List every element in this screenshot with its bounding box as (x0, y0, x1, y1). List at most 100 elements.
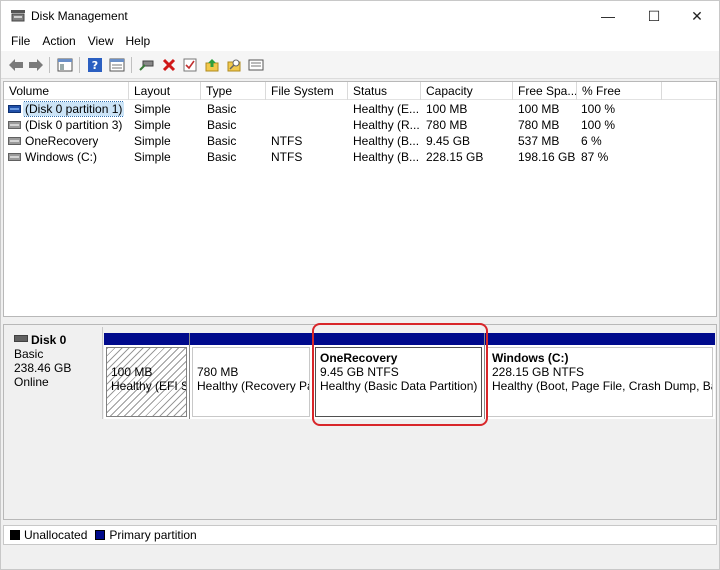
status-cell: Healthy (E... (353, 102, 419, 116)
title-bar: Disk Management — ☐ ✕ (1, 1, 719, 31)
disk-management-icon (11, 10, 25, 22)
column-header-volume[interactable]: Volume (4, 82, 129, 100)
file-system-cell: NTFS (271, 134, 303, 148)
capacity-cell: 9.45 GB (426, 134, 471, 148)
maximize-button[interactable]: ☐ (631, 1, 677, 31)
partition-windows[interactable]: Windows (C:) 228.15 GB NTFS Healthy (Boo… (485, 333, 715, 419)
partition-status: Healthy (Recovery Par (197, 379, 310, 393)
type-cell: Basic (207, 134, 237, 148)
layout-cell: Simple (134, 102, 171, 116)
partition-body: 780 MB Healthy (Recovery Par (192, 347, 310, 417)
back-icon[interactable] (7, 56, 25, 74)
disk-management-window: Disk Management — ☐ ✕ File Action View H… (0, 0, 720, 570)
menu-help[interactable]: Help (120, 34, 157, 48)
table-row[interactable]: Windows (C:) Simple Basic NTFS Healthy (… (4, 149, 716, 165)
close-button[interactable]: ✕ (674, 1, 720, 31)
svg-text:?: ? (92, 59, 98, 72)
volume-name: OneRecovery (25, 134, 99, 148)
disk-size: 238.46 GB (14, 361, 72, 375)
volume-name: (Disk 0 partition 1) (23, 101, 125, 117)
column-header-free-space[interactable]: Free Spa... (513, 82, 577, 100)
legend-swatch-unallocated (10, 530, 20, 540)
legend-label-primary: Primary partition (109, 528, 197, 542)
partition-type-bar (190, 333, 312, 345)
capacity-cell: 100 MB (426, 102, 468, 116)
forward-icon[interactable] (27, 56, 45, 74)
volume-icon (8, 121, 21, 129)
toolbar-separator (79, 57, 80, 73)
minimize-button[interactable]: — (585, 1, 631, 31)
status-cell: Healthy (B... (353, 134, 419, 148)
legend: Unallocated Primary partition (3, 525, 717, 545)
percent-free-cell: 6 % (581, 134, 602, 148)
list-header: Volume Layout Type File System Status Ca… (4, 82, 716, 100)
connect-icon[interactable] (138, 56, 156, 74)
volume-icon (8, 137, 21, 145)
disk-info[interactable]: Disk 0 Basic 238.46 GB Online (6, 327, 103, 419)
layout-cell: Simple (134, 134, 171, 148)
layout-cell: Simple (134, 118, 171, 132)
menu-bar: File Action View Help (1, 31, 719, 51)
partition-type-bar (104, 333, 189, 345)
disk-icon (14, 335, 28, 342)
free-space-cell: 537 MB (518, 134, 560, 148)
column-header-file-system[interactable]: File System (266, 82, 348, 100)
partition-type-bar (485, 333, 715, 345)
highlight-annotation (312, 323, 488, 426)
disk-state: Online (14, 375, 49, 389)
check-icon[interactable] (181, 56, 199, 74)
delete-icon[interactable] (160, 56, 178, 74)
wizard-icon[interactable] (225, 56, 243, 74)
table-row[interactable]: (Disk 0 partition 3) Simple Basic Health… (4, 117, 716, 133)
type-cell: Basic (207, 150, 237, 164)
percent-free-cell: 100 % (581, 118, 616, 132)
status-cell: Healthy (B... (353, 150, 419, 164)
capacity-cell: 780 MB (426, 118, 468, 132)
percent-free-cell: 87 % (581, 150, 609, 164)
window-title: Disk Management (31, 9, 128, 23)
capacity-cell: 228.15 GB (426, 150, 484, 164)
list-view-icon[interactable] (247, 56, 265, 74)
menu-file[interactable]: File (5, 34, 36, 48)
partition-recovery[interactable]: 780 MB Healthy (Recovery Par (190, 333, 313, 419)
column-header-status[interactable]: Status (348, 82, 421, 100)
partition-size: 228.15 GB NTFS (492, 365, 585, 379)
volume-name: (Disk 0 partition 3) (25, 118, 123, 132)
disk-type: Basic (14, 347, 44, 361)
legend-swatch-primary (95, 530, 106, 540)
table-row[interactable]: (Disk 0 partition 1) Simple Basic Health… (4, 101, 716, 117)
table-row[interactable]: OneRecovery Simple Basic NTFS Healthy (B… (4, 133, 716, 149)
disk-name: Disk 0 (31, 333, 67, 347)
column-header-layout[interactable]: Layout (129, 82, 201, 100)
partition-size: 780 MB (197, 365, 239, 379)
legend-label-unallocated: Unallocated (24, 528, 88, 542)
partition-status: Healthy (Boot, Page File, Crash Dump, Ba… (492, 379, 713, 393)
partition-body: 100 MB Healthy (EFI Sy (106, 347, 187, 417)
column-header-percent-free[interactable]: % Free (577, 82, 662, 100)
export-icon[interactable] (203, 56, 221, 74)
status-bar (1, 547, 719, 569)
partition-body: Windows (C:) 228.15 GB NTFS Healthy (Boo… (487, 347, 713, 417)
type-cell: Basic (207, 118, 237, 132)
column-header-type[interactable]: Type (201, 82, 266, 100)
volume-icon (8, 153, 21, 161)
partition-status: Healthy (EFI Sy (111, 379, 187, 393)
percent-free-cell: 100 % (581, 102, 616, 116)
help-icon[interactable]: ? (86, 56, 104, 74)
file-system-cell: NTFS (271, 150, 303, 164)
menu-view[interactable]: View (82, 34, 120, 48)
toolbar-separator (131, 57, 132, 73)
volume-name: Windows (C:) (25, 150, 98, 164)
toolbar: ? (1, 51, 719, 79)
menu-action[interactable]: Action (36, 34, 81, 48)
partition-size: 100 MB (111, 365, 153, 379)
volume-list[interactable]: Volume Layout Type File System Status Ca… (3, 81, 717, 317)
properties-list-icon[interactable] (108, 56, 126, 74)
console-tree-icon[interactable] (56, 56, 74, 74)
toolbar-separator (49, 57, 50, 73)
free-space-cell: 100 MB (518, 102, 560, 116)
partition-efi[interactable]: 100 MB Healthy (EFI Sy (104, 333, 190, 419)
column-header-capacity[interactable]: Capacity (421, 82, 513, 100)
volume-icon (8, 105, 21, 113)
free-space-cell: 198.16 GB (518, 150, 576, 164)
